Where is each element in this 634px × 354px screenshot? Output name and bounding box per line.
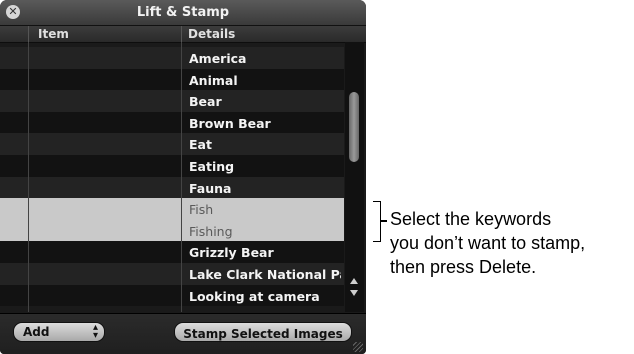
- table-row[interactable]: Eat: [0, 133, 344, 155]
- add-popup-button[interactable]: Add ▴ ▾: [13, 322, 105, 342]
- callout-line: then press Delete.: [390, 257, 537, 277]
- row-details: Fish: [189, 202, 214, 218]
- title-bar[interactable]: ✕ Lift & Stamp: [0, 0, 366, 26]
- column-header-details[interactable]: Details: [188, 27, 235, 41]
- table-row[interactable]: Fauna: [0, 176, 344, 199]
- row-details: Fishing: [189, 223, 233, 239]
- table-row[interactable]: Grizzly Bear: [0, 241, 344, 263]
- scroll-thumb[interactable]: [349, 92, 359, 162]
- row-details: Grizzly Bear: [189, 245, 274, 261]
- lift-and-stamp-window: ✕ Lift & Stamp Item Details America Anima…: [0, 0, 366, 354]
- row-details: Eat: [189, 137, 212, 153]
- row-details: Looking at camera: [189, 288, 320, 304]
- scroll-up-arrow-icon[interactable]: [350, 278, 358, 284]
- table-row[interactable]: Lake Clark National Par: [0, 263, 344, 285]
- callout-line: you don’t want to stamp,: [390, 233, 586, 253]
- table-row[interactable]: Eating: [0, 155, 344, 177]
- stamp-selected-images-button[interactable]: Stamp Selected Images: [174, 322, 352, 342]
- table-row[interactable]: Bear: [0, 90, 344, 112]
- table-header: Item Details: [0, 26, 366, 43]
- column-divider: [181, 42, 182, 312]
- scroll-down-arrow-icon[interactable]: [350, 290, 358, 296]
- row-details: Brown Bear: [189, 115, 271, 131]
- table-row[interactable]: Brown Bear: [0, 111, 344, 134]
- stamp-button-label: Stamp Selected Images: [183, 327, 343, 341]
- window-title: Lift & Stamp: [136, 5, 230, 20]
- resize-grip-icon[interactable]: [353, 342, 363, 352]
- column-divider: [28, 26, 29, 42]
- table-row[interactable]: America: [0, 47, 344, 69]
- column-divider: [181, 26, 182, 42]
- row-details: Eating: [189, 159, 235, 174]
- table-row[interactable]: Fishing: [0, 219, 344, 242]
- table-row[interactable]: Animal: [0, 68, 344, 91]
- up-down-chevron-icon: ▴ ▾: [92, 322, 98, 341]
- table-row[interactable]: Fish: [0, 198, 344, 220]
- row-details: Animal: [189, 72, 238, 88]
- row-details: Lake Clark National Par: [189, 267, 341, 282]
- keyword-list[interactable]: America Animal Bear Brown Bear Eat Eating Faun…: [0, 47, 344, 307]
- callout-text: Select the keywords you don’t want to st…: [390, 207, 630, 279]
- add-popup-label: Add: [23, 325, 50, 339]
- column-header-item[interactable]: Item: [38, 27, 69, 41]
- table-row[interactable]: Looking at camera: [0, 284, 344, 307]
- bottom-toolbar: Add ▴ ▾ Stamp Selected Images: [0, 313, 366, 354]
- column-divider: [28, 42, 29, 312]
- callout-bracket: [373, 201, 381, 242]
- callout-line: Select the keywords: [390, 209, 552, 229]
- row-details: Bear: [189, 94, 222, 110]
- row-details: Fauna: [189, 180, 232, 196]
- callout-bracket-tick: [381, 220, 387, 222]
- vertical-scrollbar[interactable]: [345, 42, 364, 312]
- row-details: America: [189, 51, 247, 66]
